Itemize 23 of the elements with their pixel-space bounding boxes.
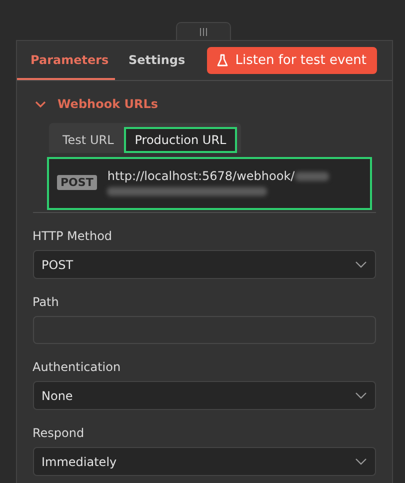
field-label: HTTP Method: [32, 229, 114, 243]
select-field[interactable]: None: [32, 381, 376, 410]
field-label: Authentication: [32, 360, 122, 374]
tab[interactable]: Parameters: [16, 41, 114, 80]
listen-button[interactable]: Listen for test event: [207, 47, 376, 74]
section-title: Webhook URLs: [58, 97, 158, 111]
redacted-bar: [294, 172, 329, 180]
flask-icon: [217, 54, 228, 67]
panel-handle[interactable]: [176, 22, 231, 40]
chevron-down-icon: [354, 458, 366, 465]
select-field[interactable]: POST: [32, 250, 376, 279]
chevron-down-icon: [354, 261, 366, 268]
chevron-icon[interactable]: [34, 100, 46, 108]
method-badge: POST: [56, 175, 98, 190]
field-label: Path: [32, 295, 60, 309]
chevron-down-icon: [354, 392, 366, 399]
webhook-url[interactable]: http://localhost:5678/webhook/: [107, 169, 295, 183]
url-tab[interactable]: Production URL: [124, 127, 238, 153]
select-field[interactable]: Immediately: [32, 447, 376, 476]
url-tab[interactable]: Test URL: [52, 127, 124, 153]
field-label: Respond: [32, 426, 86, 440]
tab[interactable]: Settings: [114, 41, 200, 80]
grip-icon: [200, 28, 207, 36]
